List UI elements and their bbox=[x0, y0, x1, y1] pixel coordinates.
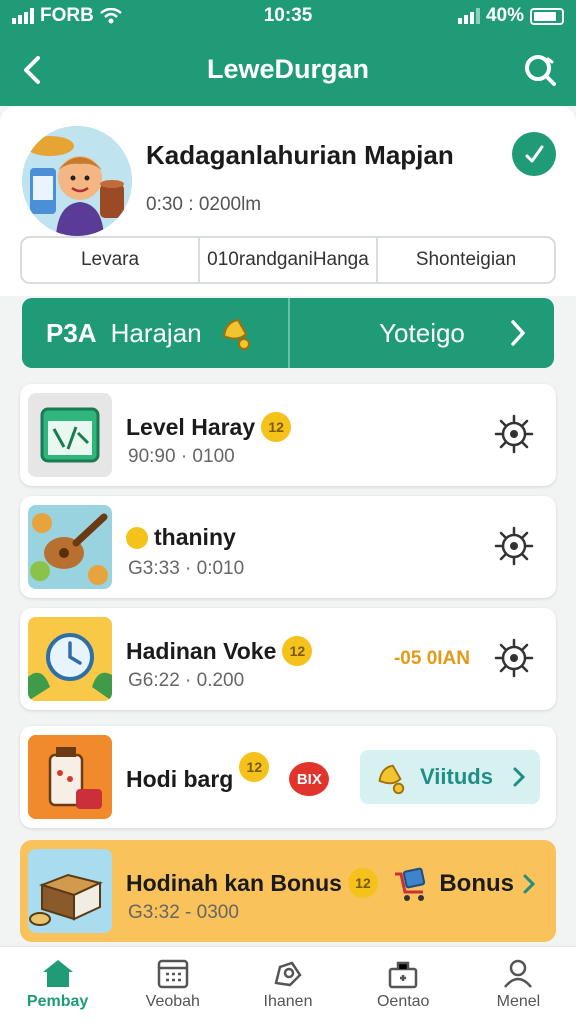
coin-icon: 12 bbox=[347, 868, 378, 898]
item-title: Hadinan Voke 12 bbox=[126, 636, 313, 666]
chevron-right-icon bbox=[511, 320, 525, 346]
coin-icon: 12 bbox=[261, 412, 292, 442]
bonus-button[interactable]: Bonus bbox=[391, 864, 536, 904]
battery-icon bbox=[530, 7, 564, 25]
promo-tag: P3A bbox=[46, 317, 97, 348]
status-right: 40% bbox=[457, 5, 564, 27]
profile-section: Kadaganlahurian Mapjan 0:30 : 0200lm Lev… bbox=[0, 106, 576, 296]
calendar-icon bbox=[28, 393, 112, 477]
item-title: thaniny bbox=[126, 524, 236, 551]
search-icon[interactable] bbox=[520, 50, 560, 90]
tab-shonteigian[interactable]: Shonteigian bbox=[378, 238, 554, 282]
chevron-right-icon bbox=[513, 767, 526, 787]
camera-icon bbox=[274, 961, 302, 987]
gear-icon[interactable] bbox=[490, 634, 538, 682]
promo-banner: P3A Harajan Yoteigo bbox=[22, 298, 554, 368]
profile-subtitle: 0:30 : 0200lm bbox=[146, 194, 262, 215]
check-icon bbox=[525, 145, 544, 163]
profile-name: Kadaganlahurian Mapjan bbox=[146, 140, 454, 170]
new-badge: BIX bbox=[289, 762, 330, 796]
gear-icon[interactable] bbox=[490, 410, 538, 458]
bell-icon bbox=[222, 318, 250, 350]
item-title: Level Haray 12 bbox=[126, 412, 292, 442]
profile-tabs: Levara 010randganiHanga Shonteigian bbox=[20, 236, 556, 284]
page-title: LeweDurgan bbox=[206, 54, 370, 84]
item-meta: G3:32 - 0300 bbox=[128, 902, 239, 923]
chevron-right-icon bbox=[523, 874, 536, 894]
clock-icon bbox=[28, 617, 112, 701]
nav-item-ihanen[interactable]: Ihanen bbox=[230, 947, 345, 1024]
vinds-label: Viituds bbox=[420, 764, 493, 789]
bag-icon bbox=[388, 961, 418, 989]
promo-right-label: Yoteigo bbox=[379, 317, 465, 348]
cell-signal-icon bbox=[457, 8, 480, 24]
nav-item-menel[interactable]: Menel bbox=[461, 947, 576, 1024]
item-title: Hodi barg 12 BIX bbox=[126, 752, 330, 796]
coin-icon: 12 bbox=[282, 636, 313, 666]
promo-left-button[interactable]: P3A Harajan bbox=[22, 298, 290, 368]
book-icon bbox=[28, 849, 112, 933]
bottle-icon bbox=[28, 735, 112, 819]
item-meta: G3:33 · 0:010 bbox=[128, 558, 245, 579]
item-price: -05 0IAN bbox=[393, 648, 470, 669]
item-meta: G6:22 · 0.200 bbox=[128, 670, 245, 691]
nav-item-veobah[interactable]: Veobah bbox=[115, 947, 230, 1024]
item-meta: 90:90 · 0100 bbox=[128, 446, 235, 467]
status-bar: FORB 10:35 40% bbox=[0, 0, 576, 34]
promo-right-button[interactable]: Yoteigo bbox=[290, 298, 554, 368]
coin-icon: 12 bbox=[239, 752, 270, 782]
bell-icon bbox=[378, 764, 405, 795]
bottom-nav: Pembay Veobah Ihanen Oentao Menel bbox=[0, 946, 576, 1024]
gear-icon[interactable] bbox=[490, 522, 538, 570]
guitar-icon bbox=[28, 505, 112, 589]
avatar[interactable] bbox=[22, 126, 132, 236]
coin-icon bbox=[126, 526, 148, 549]
avatar-illustration bbox=[22, 126, 132, 236]
list-item[interactable]: thaniny G3:33 · 0:010 bbox=[20, 496, 556, 598]
calendar-icon bbox=[157, 959, 189, 989]
tab-levara[interactable]: Levara bbox=[22, 238, 200, 282]
vinds-button[interactable]: Viituds bbox=[360, 750, 540, 804]
verified-button[interactable] bbox=[512, 132, 556, 176]
nav-item-pembay[interactable]: Pembay bbox=[0, 947, 115, 1024]
cart-icon bbox=[395, 867, 426, 901]
list-item[interactable]: Hadinan Voke 12 G6:22 · 0.200 -05 0IAN bbox=[20, 608, 556, 710]
profile-icon bbox=[504, 959, 533, 988]
battery-percent: 40% bbox=[485, 5, 524, 26]
list-item[interactable]: Hodi barg 12 BIX Viituds bbox=[20, 726, 556, 828]
list-item[interactable]: Level Haray 12 90:90 · 0100 bbox=[20, 384, 556, 486]
app-header: FORB 10:35 40% LeweDurgan bbox=[0, 0, 576, 106]
nav-item-oentao[interactable]: Oentao bbox=[346, 947, 461, 1024]
home-icon bbox=[42, 960, 73, 987]
promo-left-label: Harajan bbox=[110, 317, 202, 348]
bonus-item[interactable]: Hodinah kan Bonus 12 G3:32 - 0300 Bonus bbox=[20, 840, 556, 942]
item-title: Hodinah kan Bonus 12 bbox=[126, 868, 378, 898]
bonus-label: Bonus bbox=[439, 870, 514, 897]
tab-randgani[interactable]: 010randganiHanga bbox=[200, 238, 378, 282]
